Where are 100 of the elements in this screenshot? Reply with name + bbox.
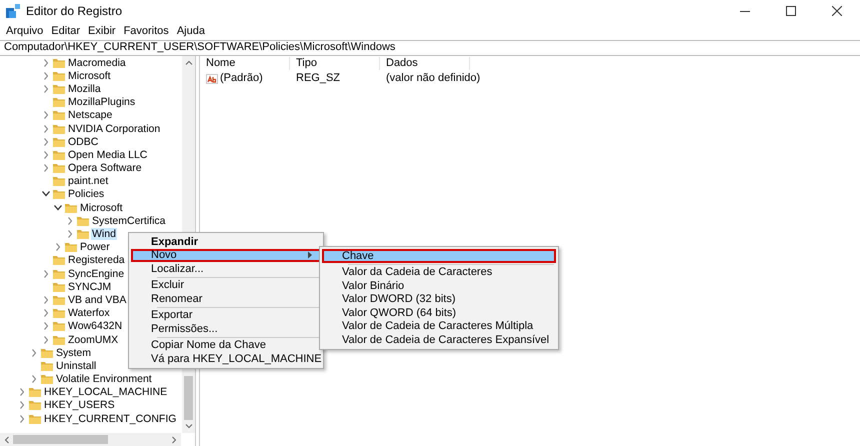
tree-item[interactable]: paint.net (67, 175, 110, 188)
column-header[interactable]: Tipo (290, 56, 380, 70)
tree-item[interactable]: ODBC (67, 136, 100, 148)
column-header[interactable]: Nome (200, 56, 290, 70)
tree-item[interactable]: NVIDIA Corporation (67, 122, 162, 135)
tree-item[interactable]: Macromedia (67, 56, 127, 69)
folder-icon (53, 282, 65, 292)
scrollbar-thumb[interactable] (184, 376, 193, 420)
chevron-right-icon[interactable] (41, 72, 51, 80)
tree-item[interactable]: Netscape (67, 109, 114, 122)
menu-item[interactable]: Favoritos (120, 24, 173, 38)
folder-icon (53, 110, 65, 120)
chevron-right-icon[interactable] (41, 309, 51, 318)
tree-item[interactable]: VB and VBA (67, 294, 128, 306)
chevron-right-icon[interactable] (41, 124, 51, 133)
tree-item[interactable]: HKEY_USERS (43, 399, 116, 412)
chevron-right-icon[interactable] (53, 243, 63, 252)
chevron-right-icon[interactable] (41, 336, 51, 344)
tree-item[interactable]: Wow6432N (67, 320, 124, 332)
folder-icon (41, 360, 53, 371)
menu-item[interactable]: Exportar (131, 308, 321, 322)
value-data: (valor não definido) (385, 72, 480, 85)
tree-item[interactable]: Volatile Environment (55, 373, 153, 386)
folder-icon (77, 229, 89, 240)
menu-item[interactable]: Ajuda (172, 24, 209, 38)
tree-item[interactable]: Uninstall (55, 360, 98, 372)
chevron-right-icon[interactable] (41, 58, 51, 67)
chevron-down-icon[interactable] (53, 204, 63, 212)
folder-icon (53, 308, 65, 318)
scroll-up-icon[interactable] (184, 60, 192, 65)
tree-item[interactable]: Policies (67, 188, 106, 200)
tree-item[interactable]: SystemCertifica (91, 214, 167, 227)
chevron-right-icon[interactable] (41, 111, 51, 120)
menu-item[interactable]: Editar (47, 24, 84, 38)
chevron-right-icon[interactable] (17, 401, 27, 410)
folder-icon (53, 334, 65, 345)
folder-icon (53, 97, 65, 108)
chevron-right-icon[interactable] (41, 150, 51, 159)
menu-item[interactable]: Localizar... (131, 262, 321, 276)
column-header[interactable]: Dados (380, 56, 470, 70)
menu-item[interactable]: Valor de Cadeia de Caracteres Múltipla (322, 320, 556, 333)
chevron-right-icon[interactable] (41, 322, 51, 330)
tree-item[interactable]: Open Media LLC (67, 148, 148, 161)
menu-item[interactable]: Vá para HKEY_LOCAL_MACHINE (131, 352, 321, 366)
scroll-left-icon[interactable] (4, 436, 9, 444)
folder-icon (53, 163, 65, 174)
tree-item[interactable]: MozillaPlugins (67, 96, 136, 108)
tree-item[interactable]: SyncEngine (67, 268, 126, 280)
folder-icon (53, 255, 65, 266)
folder-icon (41, 374, 53, 384)
folder-icon (41, 348, 53, 358)
scroll-right-icon[interactable] (172, 436, 177, 444)
chevron-right-icon[interactable] (17, 414, 27, 423)
menu-item[interactable]: Valor QWORD (64 bits) (322, 306, 556, 320)
menu-item[interactable]: Valor Binário (322, 279, 556, 292)
chevron-right-icon[interactable] (41, 138, 51, 146)
chevron-right-icon[interactable] (41, 84, 51, 93)
chevron-right-icon[interactable] (41, 296, 51, 304)
value-icon (206, 74, 218, 84)
menu-item[interactable]: Arquivo (2, 24, 48, 38)
close-icon (832, 6, 842, 16)
address-bar[interactable]: Computador\HKEY_CURRENT_USER\SOFTWARE\Policies\Microsoft\Windows (4, 41, 396, 55)
value-name[interactable]: (Padrão) (220, 72, 263, 85)
menu-item[interactable]: Copiar Nome da Chave (131, 338, 321, 352)
folder-icon (53, 70, 65, 81)
chevron-right-icon[interactable] (29, 375, 39, 384)
menu-item[interactable]: Valor DWORD (32 bits) (322, 292, 556, 306)
tree-item[interactable]: Microsoft (67, 70, 112, 82)
tree-item[interactable]: Microsoft (79, 202, 124, 214)
tree-item[interactable]: Opera Software (67, 162, 143, 174)
tree-item[interactable]: Mozilla (67, 82, 102, 95)
tree-item[interactable]: Waterfox (67, 307, 111, 320)
tree-item[interactable]: ZoomUMX (67, 334, 120, 346)
tree-item[interactable]: Registereda (67, 254, 126, 266)
menu-item[interactable]: Exibir (84, 24, 120, 38)
chevron-right-icon[interactable] (29, 348, 39, 357)
chevron-right-icon[interactable] (41, 270, 51, 278)
app-icon (6, 4, 20, 18)
tree-item[interactable]: System (55, 346, 92, 359)
chevron-right-icon[interactable] (65, 230, 75, 238)
menu-item[interactable]: Chave (322, 249, 556, 262)
chevron-right-icon[interactable] (17, 388, 27, 396)
tree-item[interactable]: HKEY_LOCAL_MACHINE (43, 386, 168, 398)
tree-item[interactable]: HKEY_CURRENT_CONFIG (43, 412, 178, 425)
scrollbar-thumb[interactable] (13, 435, 108, 444)
menu-item[interactable]: Renomear (131, 292, 321, 306)
chevron-right-icon[interactable] (65, 216, 75, 225)
scroll-down-icon[interactable] (184, 424, 192, 429)
tree-item[interactable]: Wind (91, 228, 117, 240)
chevron-down-icon[interactable] (41, 190, 51, 198)
menu-item[interactable]: Expandir (131, 235, 321, 248)
menu-item[interactable]: Valor da Cadeia de Caracteres (322, 266, 556, 279)
tree-item[interactable]: SYNCJM (67, 280, 112, 293)
menu-item[interactable]: Novo (131, 248, 321, 262)
menu-item[interactable]: Valor de Cadeia de Caracteres Expansível (322, 333, 556, 346)
chevron-right-icon[interactable] (41, 164, 51, 172)
menu-item[interactable]: Permissões... (131, 322, 321, 336)
tree-item[interactable]: Power (79, 241, 111, 254)
menu-item[interactable]: Excluir (131, 278, 321, 292)
scrollbar[interactable] (0, 433, 181, 446)
